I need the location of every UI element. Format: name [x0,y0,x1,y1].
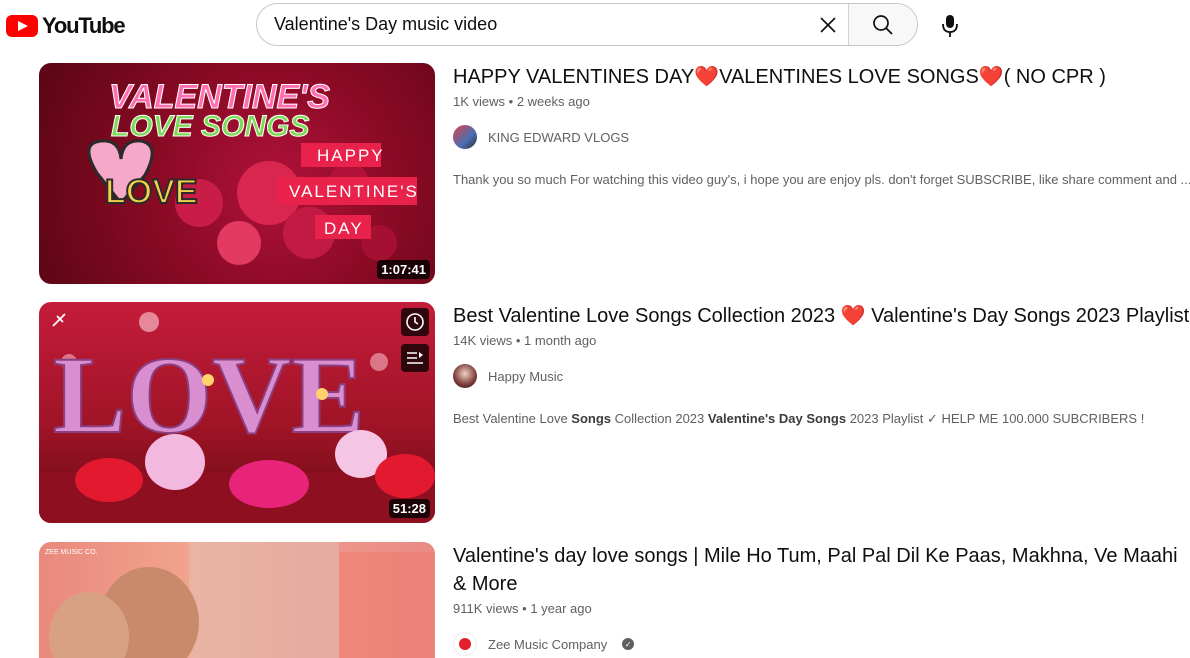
video-thumbnail[interactable]: LOVE 51:28 [39,302,435,523]
desc-highlight: Songs [571,411,612,426]
masthead: YouTube [0,0,1190,52]
search-input[interactable] [257,4,808,45]
search-icon [873,14,893,35]
thumb-text-love: LOVE [105,173,198,211]
view-count: 1K views [453,94,506,109]
channel-avatar[interactable] [453,125,477,149]
video-duration: 1:07:41 [377,260,430,279]
view-count: 911K views [453,601,519,616]
thumb-text-love-songs: LOVE SONGS [111,110,309,143]
youtube-logo-icon [6,15,38,37]
search-box [256,3,918,46]
meta-separator: • [508,94,517,109]
video-thumbnail[interactable]: VALENTINE'S LOVE SONGS HAPPY VALENTINE'S… [39,63,435,284]
upload-age: 1 year ago [530,601,592,616]
clear-icon [820,16,836,33]
thumb-text-zee: ZEE MUSIC CO. [45,549,98,556]
video-title[interactable]: HAPPY VALENTINES DAY❤️VALENTINES LOVE SO… [453,63,1190,91]
desc-text: Collection 2023 [611,411,708,426]
thumb-text-happy: HAPPY [317,146,385,165]
desc-text: Best Valentine Love [453,411,572,426]
video-metadata: 14K views • 1 month ago [453,332,1190,350]
upload-age: 2 weeks ago [516,94,590,109]
verified-icon: ✓ [622,638,635,650]
add-to-queue-icon[interactable] [401,344,429,372]
upload-age: 1 month ago [524,333,597,348]
mic-icon [942,15,958,37]
thumbnail-art: LOVE [39,312,435,523]
channel-avatar[interactable] [453,632,477,656]
youtube-logo[interactable]: YouTube [6,13,126,39]
video-info: HAPPY VALENTINES DAY❤️VALENTINES LOVE SO… [453,63,1190,189]
thumb-text-valentines-2: VALENTINE'S [289,182,419,201]
video-thumbnail[interactable]: ZEE MUSIC CO. [39,542,435,658]
logo-text: YouTube [42,13,126,38]
video-result[interactable]: ZEE MUSIC CO. Valentine's day love songs… [39,542,1190,658]
video-result[interactable]: VALENTINE'S LOVE SONGS HAPPY VALENTINE'S… [39,63,1190,285]
clear-search-button[interactable] [808,4,848,45]
video-title[interactable]: Valentine's day love songs | Mile Ho Tum… [453,542,1190,598]
video-duration: 51:28 [388,499,430,518]
watch-later-icon[interactable] [401,308,429,336]
channel-name[interactable]: Zee Music Company [488,637,607,652]
video-description: Best Valentine Love Songs Collection 202… [453,410,1190,428]
video-description: Thank you so much For watching this vide… [453,172,1190,187]
channel-name[interactable]: Happy Music [488,369,563,384]
channel-avatar[interactable] [453,364,477,388]
channel-name[interactable]: KING EDWARD VLOGS [488,130,629,145]
channel-row[interactable]: Happy Music [453,364,1190,388]
search-button[interactable] [848,4,917,45]
voice-search-button[interactable] [932,8,968,44]
thumbnail-art: ZEE MUSIC CO. [45,542,435,658]
mute-icon[interactable] [45,306,73,334]
video-title[interactable]: Best Valentine Love Songs Collection 202… [453,302,1190,330]
desc-text: 2023 Playlist ✓ HELP ME 100.000 SUBCRIBE… [846,411,1145,426]
video-result[interactable]: LOVE 51:28 Best Valentine Love Songs Col… [39,302,1190,524]
channel-row[interactable]: KING EDWARD VLOGS [453,125,1190,149]
view-count: 14K views [453,333,513,348]
desc-highlight: Valentine's Day Songs [707,411,847,426]
meta-separator: • [515,333,525,348]
video-metadata: 1K views • 2 weeks ago [453,93,1190,111]
video-metadata: 911K views • 1 year ago [453,600,1190,618]
video-info: Valentine's day love songs | Mile Ho Tum… [453,542,1190,656]
video-info: Best Valentine Love Songs Collection 202… [453,302,1190,428]
thumb-text-day: DAY [324,219,364,238]
thumbnail-art: VALENTINE'S LOVE SONGS HAPPY VALENTINE'S… [87,78,419,265]
channel-row[interactable]: Zee Music Company ✓ [453,632,1190,656]
